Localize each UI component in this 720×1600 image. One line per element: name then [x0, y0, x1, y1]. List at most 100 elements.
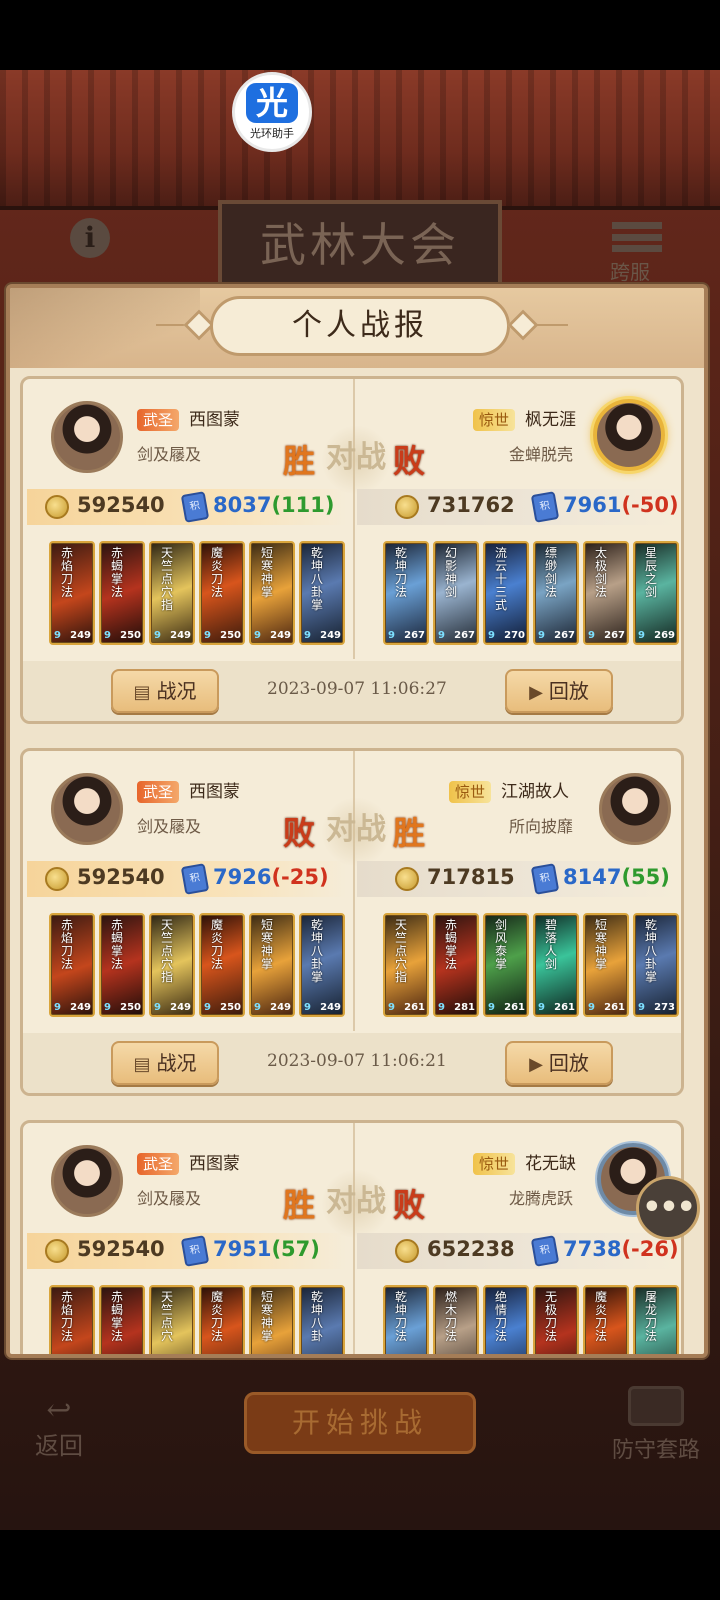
skill-card[interactable]: 天竺点穴指 9 261: [383, 913, 429, 1017]
skill-stars: 9: [154, 1002, 161, 1013]
score-value: 8037(111): [213, 493, 334, 517]
skill-card[interactable]: 魔炎刀法 9 250: [199, 541, 245, 645]
back-button[interactable]: ↩ 返回: [24, 1396, 94, 1461]
skill-card[interactable]: 赤蝎掌法: [99, 1285, 145, 1354]
info-icon[interactable]: i: [70, 218, 110, 258]
app-badge[interactable]: 光 光环助手: [232, 72, 312, 152]
skill-stars: 9: [588, 630, 595, 641]
skill-card[interactable]: 赤蝎掌法 9 250: [99, 913, 145, 1017]
chat-bubble-icon[interactable]: •••: [636, 1176, 700, 1240]
skill-card[interactable]: 赤蝎掌法 9 250: [99, 541, 145, 645]
skill-level: 249: [270, 1002, 291, 1013]
skill-card[interactable]: 无极刀法: [533, 1285, 579, 1354]
coin-icon: [45, 1239, 69, 1263]
skill-card[interactable]: 赤焰刀法: [49, 1285, 95, 1354]
skill-card[interactable]: 赤焰刀法 9 249: [49, 541, 95, 645]
battle-report-button[interactable]: ▤ 战况: [111, 669, 219, 713]
skill-card[interactable]: 幻影神剑 9 267: [433, 541, 479, 645]
start-challenge-button[interactable]: 开始挑战: [244, 1392, 476, 1454]
skill-card[interactable]: 魔炎刀法: [583, 1285, 629, 1354]
skill-card[interactable]: 乾坤刀法 9 267: [383, 541, 429, 645]
score-delta: (57): [271, 1237, 320, 1261]
coin-icon: [45, 495, 69, 519]
avatar[interactable]: [51, 773, 123, 845]
skill-name: 屠龙刀法: [645, 1290, 658, 1343]
skill-level: 261: [604, 1002, 625, 1013]
avatar[interactable]: [51, 1145, 123, 1217]
score-icon: 积: [180, 1235, 210, 1267]
skill-stars: 9: [54, 630, 61, 641]
skill-card[interactable]: 天竺点穴指 9 249: [149, 541, 195, 645]
skill-card[interactable]: 乾坤刀法: [383, 1285, 429, 1354]
skill-card[interactable]: 流云十三式 9 270: [483, 541, 529, 645]
skill-name: 乾坤八卦: [311, 1290, 324, 1343]
avatar[interactable]: [593, 399, 665, 471]
skill-card[interactable]: 燃木刀法: [433, 1285, 479, 1354]
skill-card[interactable]: 天竺点穴指 9 249: [149, 913, 195, 1017]
player-title: 剑及屦及: [137, 445, 202, 464]
skill-card[interactable]: 星辰之剑 9 269: [633, 541, 679, 645]
player-name: 西图蒙: [189, 1154, 240, 1174]
skill-card[interactable]: 屠龙刀法: [633, 1285, 679, 1354]
skill-card[interactable]: 短寒神掌: [249, 1285, 295, 1354]
panel-header: 个人战报: [10, 288, 704, 368]
score-number: 7961: [563, 493, 622, 517]
player-title: 所向披靡: [509, 817, 574, 836]
battle-report-button[interactable]: ▤ 战况: [111, 1041, 219, 1085]
skill-name: 绝情刀法: [495, 1290, 508, 1343]
skill-card[interactable]: 乾坤八卦掌 9 249: [299, 913, 345, 1017]
coin-icon: [395, 1239, 419, 1263]
skill-level: 249: [70, 630, 91, 641]
skill-card[interactable]: 缥缈剑法 9 267: [533, 541, 579, 645]
replay-button[interactable]: ▶ 回放: [505, 669, 613, 713]
cross-server-label[interactable]: 跨服: [610, 256, 650, 285]
skill-stars: 9: [304, 1002, 311, 1013]
skill-level: 249: [320, 1002, 341, 1013]
skill-level: 261: [404, 1002, 425, 1013]
skill-card[interactable]: 短寒神掌 9 261: [583, 913, 629, 1017]
player-title: 剑及屦及: [137, 817, 202, 836]
rank-badge: 惊世: [473, 1153, 516, 1175]
skill-card[interactable]: 乾坤八卦: [299, 1285, 345, 1354]
skill-card[interactable]: 绝情刀法: [483, 1285, 529, 1354]
skill-stars: 9: [204, 630, 211, 641]
skill-name: 短寒神掌: [261, 546, 274, 599]
play-icon: ▶: [529, 682, 543, 703]
skill-card[interactable]: 魔炎刀法 9 250: [199, 913, 245, 1017]
skill-stars: 9: [538, 630, 545, 641]
player-name: 枫无涯: [525, 410, 576, 430]
skill-name: 乾坤刀法: [395, 1290, 408, 1343]
battle-report-panel: 个人战报 武圣 西图蒙 剑及屦及 胜 对战 败 惊世 枫无涯 金蝉脱壳 5925…: [6, 284, 708, 1358]
right-result: 败: [393, 1186, 426, 1224]
replay-button[interactable]: ▶ 回放: [505, 1041, 613, 1085]
replay-label: 回放: [548, 1051, 589, 1075]
avatar[interactable]: [599, 773, 671, 845]
power-value: 592540: [77, 865, 165, 889]
skill-card[interactable]: 魔炎刀法: [199, 1285, 245, 1354]
skill-level: 249: [270, 630, 291, 641]
skill-name: 魔炎刀法: [211, 546, 224, 599]
skill-card[interactable]: 太极剑法 9 267: [583, 541, 629, 645]
skill-card[interactable]: 天竺点穴: [149, 1285, 195, 1354]
skill-card[interactable]: 剑风泰掌 9 261: [483, 913, 529, 1017]
rank-badge: 武圣: [137, 781, 180, 803]
skill-card[interactable]: 赤焰刀法 9 249: [49, 913, 95, 1017]
skill-card[interactable]: 短寒神掌 9 249: [249, 913, 295, 1017]
skill-name: 碧落人剑: [545, 918, 558, 971]
score-number: 7951: [213, 1237, 272, 1261]
skill-level: 250: [120, 1002, 141, 1013]
score-icon: 积: [530, 491, 560, 523]
skill-card[interactable]: 乾坤八卦掌 9 273: [633, 913, 679, 1017]
skill-level: 249: [170, 1002, 191, 1013]
skill-level: 250: [120, 630, 141, 641]
skill-name: 缥缈剑法: [545, 546, 558, 599]
defense-routine-button[interactable]: 防守套路: [600, 1386, 712, 1466]
skill-card[interactable]: 短寒神掌 9 249: [249, 541, 295, 645]
skill-stars: 9: [104, 1002, 111, 1013]
cross-server-icon[interactable]: [612, 222, 662, 252]
skill-card[interactable]: 乾坤八卦掌 9 249: [299, 541, 345, 645]
skill-card[interactable]: 碧落人剑 9 261: [533, 913, 579, 1017]
skill-name: 无极刀法: [545, 1290, 558, 1343]
skill-card[interactable]: 赤蝎掌法 9 281: [433, 913, 479, 1017]
avatar[interactable]: [51, 401, 123, 473]
